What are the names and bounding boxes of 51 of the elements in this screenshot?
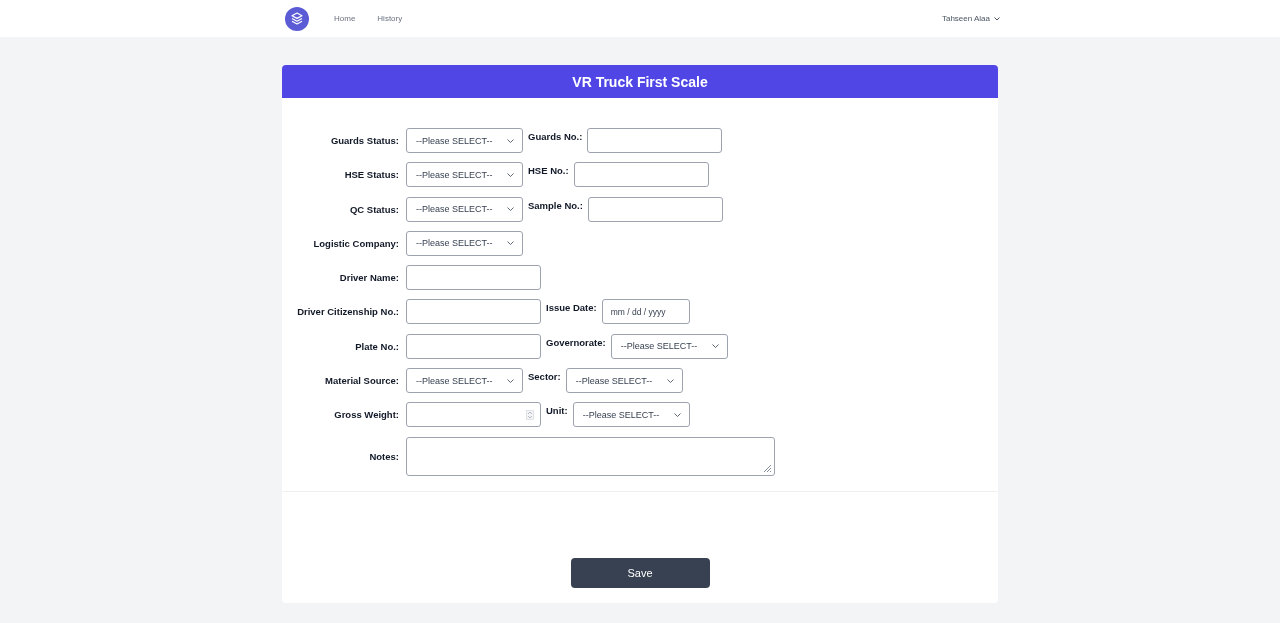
chevron-down-icon [711,344,719,349]
select-field[interactable]: --Please SELECT-- [572,402,690,428]
chevron-down-icon [507,172,514,177]
field-label: Logistic Company: [312,237,400,249]
spinner-icon [526,409,534,420]
text-input[interactable] [573,162,709,188]
field-label: Driver Name: [338,272,400,284]
field-label: Plate No.: [354,340,400,352]
field-label: Sector: [528,371,561,383]
nav-link[interactable]: History [377,14,403,23]
field-label: Guards Status: [329,135,400,146]
select-field[interactable]: --Please SELECT-- [406,368,523,394]
field-label: Unit: [546,405,568,417]
user-menu[interactable]: Tahseen Alaa [941,14,1000,23]
text-input[interactable] [406,333,541,359]
field-label: HSE No.: [528,165,569,177]
field-label: Sample No.: [528,199,583,211]
select-field[interactable]: --Please SELECT-- [610,333,728,359]
chevron-down-icon [673,412,681,417]
nav-link[interactable]: Home [334,14,356,23]
select-field[interactable]: --Please SELECT-- [565,368,683,394]
field-label: Governorate: [546,336,606,348]
chevron-down-icon [666,378,674,383]
number-input[interactable] [406,402,541,428]
field-label: QC Status: [348,203,400,215]
form-title: VR Truck First Scale [572,73,708,90]
text-input[interactable] [406,265,541,291]
chevron-down-icon [507,378,514,383]
field-label: Notes: [368,450,400,462]
select-field[interactable]: --Please SELECT-- [406,162,523,188]
chevron-down-icon [507,241,514,246]
chevron-down-icon [507,138,514,143]
select-field[interactable]: --Please SELECT-- [406,230,523,256]
date-input[interactable]: mm / dd / yyyy [601,299,690,325]
text-input[interactable] [587,128,723,153]
field-label: Issue Date: [546,302,597,314]
text-input[interactable] [406,299,541,325]
save-button[interactable]: Save [570,558,710,588]
select-field[interactable]: --Please SELECT-- [406,128,523,153]
field-label: HSE Status: [343,169,400,181]
field-label: Driver Citizenship No.: [296,306,400,318]
select-field[interactable]: --Please SELECT-- [406,196,523,222]
chevron-down-icon [507,207,514,212]
text-input[interactable] [587,196,723,222]
chevron-down-icon [994,16,1000,21]
field-label: Gross Weight: [333,409,400,421]
field-label: Material Source: [324,375,400,387]
field-label: Guards No.: [528,131,583,142]
layers-logo-icon[interactable] [285,6,309,31]
notes-textarea[interactable] [406,436,775,476]
resize-grip-icon [763,463,772,473]
